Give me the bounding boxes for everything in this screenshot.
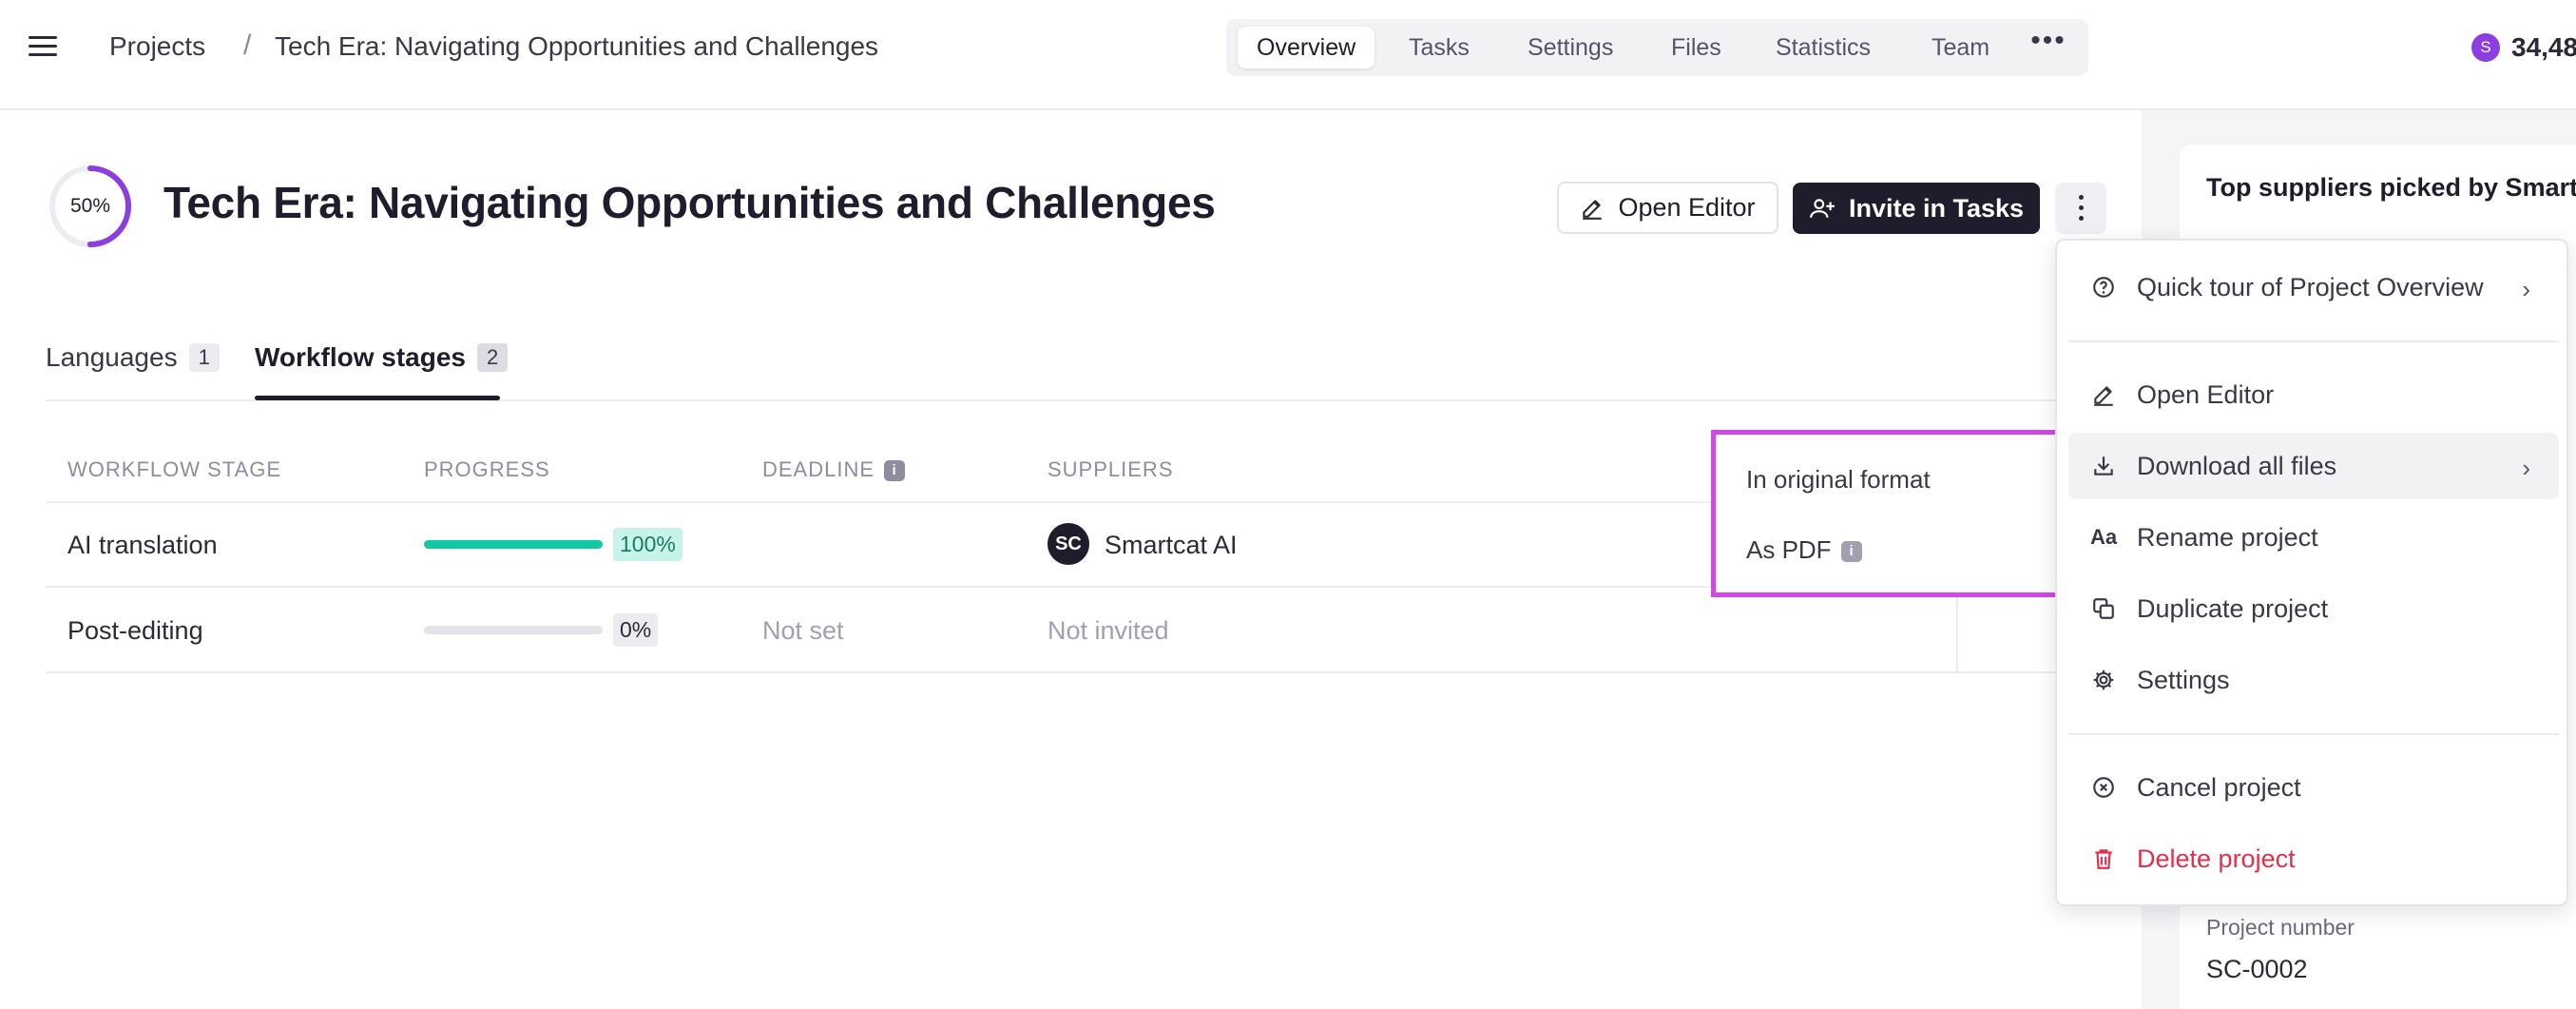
menu-item-label: Open Editor (2137, 379, 2275, 409)
cancel-circle-icon (2089, 773, 2118, 802)
project-progress-ring: 50% (48, 164, 133, 249)
tab-tasks[interactable]: Tasks (1390, 27, 1489, 68)
balance-currency-icon: S (2471, 33, 2500, 62)
breadcrumb-current-project: Tech Era: Navigating Opportunities and C… (275, 31, 879, 61)
question-circle-icon (2089, 273, 2118, 301)
project-number-label: Project number (2206, 915, 2355, 940)
tab-settings[interactable]: Settings (1509, 27, 1632, 68)
column-header-workflow-stage: WORKFLOW STAGE (67, 457, 282, 481)
download-as-pdf-label: As PDF (1746, 535, 1832, 564)
menu-item-settings[interactable]: Settings (2068, 647, 2559, 713)
invite-in-tasks-button[interactable]: Invite in Tasks (1793, 183, 2040, 234)
tab-team[interactable]: Team (1913, 27, 2009, 68)
open-editor-button[interactable]: Open Editor (1557, 182, 1778, 234)
table-row-divider (46, 671, 2108, 673)
column-header-suppliers: SUPPLIERS (1048, 457, 1174, 481)
menu-item-quick-tour[interactable]: Quick tour of Project Overview › (2068, 254, 2559, 320)
tab-files[interactable]: Files (1652, 27, 1740, 68)
gear-icon (2089, 666, 2118, 694)
subtab-workflow-label: Workflow stages (255, 342, 466, 372)
pencil-icon (2089, 380, 2118, 409)
supplier-status: Not invited (1048, 616, 1169, 645)
menu-item-cancel-project[interactable]: Cancel project (2068, 754, 2559, 821)
progress-percent: 50% (69, 195, 111, 217)
subtab-languages-count: 1 (188, 343, 220, 372)
more-actions-button[interactable] (2055, 183, 2106, 234)
pencil-icon (1583, 199, 1603, 220)
page-title: Tech Era: Navigating Opportunities and C… (163, 178, 1216, 227)
subtab-workflow-stages[interactable]: Workflow stages 2 (255, 342, 509, 373)
menu-item-label: Rename project (2137, 522, 2318, 552)
menu-item-label: Settings (2137, 665, 2230, 694)
progress-badge: 100% (613, 528, 682, 561)
progress-bar (424, 626, 603, 634)
trash-icon (2089, 844, 2118, 873)
kebab-dot (2079, 216, 2084, 221)
more-tabs-icon[interactable]: ••• (2025, 27, 2072, 59)
menu-item-label: Cancel project (2137, 772, 2301, 802)
menu-divider (2068, 340, 2559, 342)
menu-item-open-editor[interactable]: Open Editor (2068, 361, 2559, 428)
column-header-deadline: DEADLINE i (762, 457, 906, 482)
deadline-value[interactable]: Not set (762, 616, 844, 646)
suppliers-card-heading: Top suppliers picked by Smartc (2206, 173, 2576, 202)
kebab-dot (2079, 205, 2084, 210)
table-row-stage[interactable]: AI translation (67, 531, 218, 560)
kebab-dot (2079, 195, 2084, 200)
tab-overview[interactable]: Overview (1238, 27, 1375, 68)
breadcrumb-projects[interactable]: Projects (109, 31, 205, 62)
download-as-pdf[interactable]: As PDF i (1746, 535, 1862, 565)
info-icon[interactable]: i (1840, 541, 1862, 563)
subtab-languages[interactable]: Languages 1 (46, 342, 220, 373)
add-user-icon (1810, 199, 1835, 218)
open-editor-label: Open Editor (1618, 193, 1756, 222)
menu-item-download-all-files[interactable]: Download all files › (2068, 433, 2559, 499)
menu-item-label: Duplicate project (2137, 593, 2329, 623)
project-tabs: Overview Tasks Settings Files Statistics… (1226, 19, 2088, 76)
breadcrumb-separator: / (243, 29, 252, 61)
tab-statistics[interactable]: Statistics (1757, 27, 1890, 68)
subtab-languages-label: Languages (46, 342, 178, 372)
progress-bar (424, 540, 603, 549)
column-divider (1956, 590, 1958, 673)
download-original-format[interactable]: In original format (1746, 465, 1931, 495)
chevron-right-icon: › (2522, 454, 2530, 482)
active-subtab-underline (255, 396, 500, 400)
download-icon (2089, 452, 2118, 480)
duplicate-icon (2089, 594, 2118, 623)
info-icon[interactable]: i (884, 460, 906, 482)
table-row-stage[interactable]: Post-editing (67, 616, 203, 646)
deadline-header-label: DEADLINE (762, 457, 875, 481)
hamburger-menu-icon[interactable] (29, 36, 57, 59)
rename-aa-icon: Aa (2089, 525, 2118, 549)
smartcat-logo-icon: SC (1048, 523, 1089, 565)
balance-amount: 34,48 (2511, 32, 2576, 62)
menu-item-rename-project[interactable]: Aa Rename project (2068, 504, 2559, 571)
invite-label: Invite in Tasks (1848, 193, 2025, 223)
menu-item-label: Quick tour of Project Overview (2137, 272, 2484, 301)
project-number-value: SC-0002 (2206, 955, 2308, 983)
menu-item-label: Download all files (2137, 451, 2337, 480)
column-header-progress: PROGRESS (424, 457, 550, 481)
menu-item-duplicate-project[interactable]: Duplicate project (2068, 575, 2559, 642)
project-actions-menu: Quick tour of Project Overview › Open Ed… (2055, 239, 2568, 906)
menu-divider (2068, 733, 2559, 735)
progress-bar-fill (424, 540, 603, 549)
chevron-right-icon: › (2522, 275, 2530, 303)
progress-badge: 0% (613, 613, 659, 647)
menu-item-delete-project[interactable]: Delete project (2068, 825, 2559, 892)
download-submenu: In original format As PDF i (1711, 430, 2061, 597)
balance-indicator[interactable]: S 34,48 (2471, 29, 2576, 67)
subtab-workflow-count: 2 (476, 343, 509, 372)
supplier-name[interactable]: Smartcat AI (1105, 531, 1238, 560)
top-header: Projects / Tech Era: Navigating Opportun… (0, 0, 2576, 110)
menu-item-label: Delete project (2137, 844, 2296, 873)
